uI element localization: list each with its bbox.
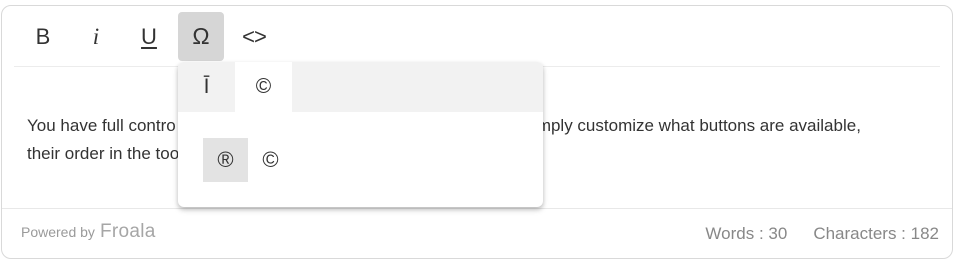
underline-button[interactable]: U	[126, 12, 172, 61]
symbol-copyright[interactable]: ©	[248, 138, 293, 182]
special-characters-popup: Ī © ® ©	[178, 62, 543, 207]
froala-logo[interactable]: Froala	[100, 221, 156, 243]
content-line-1-right: Simply customize what buttons are availa…	[521, 116, 861, 135]
content-line-1-left: You have full contro	[27, 116, 176, 135]
bold-button[interactable]: B	[20, 12, 66, 61]
footer-divider	[2, 208, 952, 209]
powered-by[interactable]: Powered by Froala	[21, 221, 156, 243]
powered-by-label: Powered by	[21, 224, 95, 240]
special-characters-tabs: Ī ©	[178, 62, 543, 112]
italic-button[interactable]: i	[73, 12, 119, 61]
editor-toolbar: B i U Ω <>	[2, 6, 952, 66]
word-count: Words : 30	[705, 224, 788, 243]
character-count: Characters : 182	[813, 224, 939, 243]
tab-symbols[interactable]: ©	[235, 62, 292, 112]
tab-latin[interactable]: Ī	[178, 62, 235, 112]
symbol-registered[interactable]: ®	[203, 138, 248, 182]
editor-counters: Words : 30 Characters : 182	[705, 224, 939, 244]
special-characters-button[interactable]: Ω	[178, 12, 224, 61]
content-line-2-left: their order in the too	[27, 144, 180, 163]
code-view-button[interactable]: <>	[231, 12, 277, 61]
